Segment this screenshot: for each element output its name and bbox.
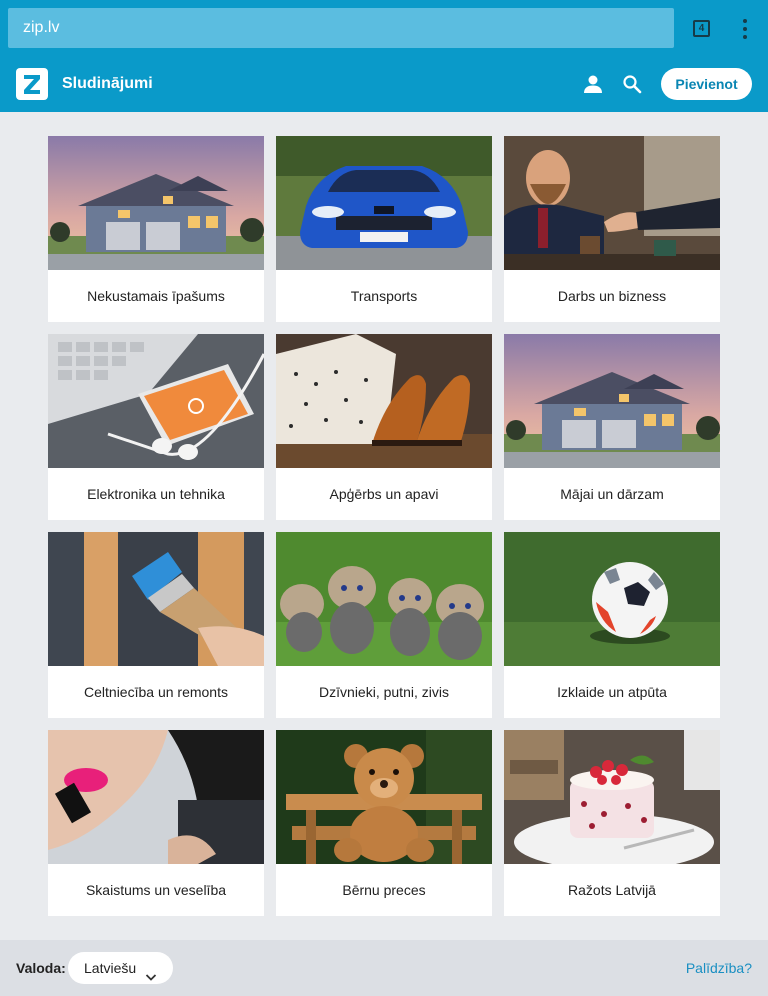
language-label: Valoda: bbox=[16, 960, 66, 976]
kittens-photo bbox=[276, 532, 492, 666]
user-icon[interactable] bbox=[582, 73, 604, 95]
house-photo bbox=[48, 136, 264, 270]
category-label: Transports bbox=[350, 288, 418, 304]
phone-photo bbox=[48, 334, 264, 468]
teddy-bear-photo bbox=[276, 730, 492, 864]
category-card-made-in-latvia[interactable]: Ražots Latvijā bbox=[504, 730, 720, 916]
language-select[interactable]: Latviešu bbox=[68, 952, 173, 984]
browser-toolbar: zip.lv 4 bbox=[0, 0, 768, 56]
lipstick-photo bbox=[48, 730, 264, 864]
zip-logo[interactable] bbox=[16, 68, 48, 100]
car-photo bbox=[276, 136, 492, 270]
category-label: Elektronika un tehnika bbox=[87, 486, 225, 502]
tab-switcher-button[interactable]: 4 bbox=[693, 20, 710, 37]
category-label: Izklaide un atpūta bbox=[557, 684, 667, 700]
category-card-kids[interactable]: Bērnu preces bbox=[276, 730, 492, 916]
category-label: Dzīvnieki, putni, zivis bbox=[319, 684, 449, 700]
category-label: Nekustamais īpašums bbox=[87, 288, 225, 304]
url-field[interactable]: zip.lv bbox=[8, 8, 674, 48]
paintbrush-photo bbox=[48, 532, 264, 666]
cake-photo bbox=[504, 730, 720, 864]
category-card-transport[interactable]: Transports bbox=[276, 136, 492, 322]
category-label: Celtniecība un remonts bbox=[84, 684, 228, 700]
category-label: Darbs un bizness bbox=[557, 288, 667, 304]
help-link[interactable]: Palīdzība? bbox=[686, 960, 752, 976]
category-card-beauty[interactable]: Skaistums un veselība bbox=[48, 730, 264, 916]
page-footer: Valoda: Latviešu Palīdzība? bbox=[0, 940, 768, 996]
browser-menu-icon[interactable] bbox=[737, 19, 753, 39]
search-icon[interactable] bbox=[621, 73, 643, 95]
app-title[interactable]: Sludinājumi bbox=[62, 75, 153, 93]
category-label: Apģērbs un apavi bbox=[329, 486, 439, 502]
category-label: Ražots Latvijā bbox=[568, 882, 656, 898]
football-photo bbox=[504, 532, 720, 666]
category-label: Mājai un dārzam bbox=[560, 486, 664, 502]
shoes-photo bbox=[276, 334, 492, 468]
category-card-home-garden[interactable]: Mājai un dārzam bbox=[504, 334, 720, 520]
category-card-electronics[interactable]: Elektronika un tehnika bbox=[48, 334, 264, 520]
category-card-construction[interactable]: Celtniecība un remonts bbox=[48, 532, 264, 718]
category-label: Skaistums un veselība bbox=[85, 882, 227, 898]
house-photo bbox=[504, 334, 720, 468]
category-card-animals[interactable]: Dzīvnieki, putni, zivis bbox=[276, 532, 492, 718]
chevron-down-icon bbox=[145, 962, 157, 981]
category-card-leisure[interactable]: Izklaide un atpūta bbox=[504, 532, 720, 718]
handshake-photo bbox=[504, 136, 720, 270]
language-select-value: Latviešu bbox=[84, 960, 137, 976]
add-listing-button[interactable]: Pievienot bbox=[661, 68, 752, 100]
category-card-clothing[interactable]: Apģērbs un apavi bbox=[276, 334, 492, 520]
category-card-business[interactable]: Darbs un bizness bbox=[504, 136, 720, 322]
app-header: Sludinājumi Pievienot bbox=[0, 56, 768, 112]
category-label: Bērnu preces bbox=[342, 882, 426, 898]
category-card-real-estate[interactable]: Nekustamais īpašums bbox=[48, 136, 264, 322]
